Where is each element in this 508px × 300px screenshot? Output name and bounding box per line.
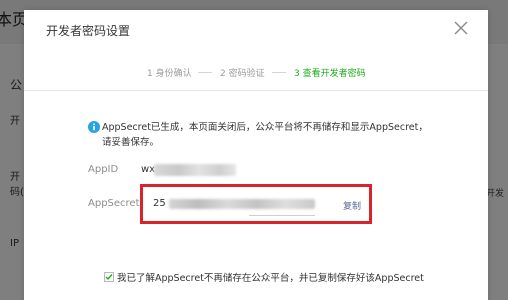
step-separator [198, 72, 212, 73]
copy-button[interactable]: 复制 [343, 199, 361, 212]
appsecret-notice: AppSecret已生成，本页面关闭后，公众平台将不再储存和显示AppSecre… [88, 120, 428, 150]
close-button[interactable] [452, 19, 470, 37]
dialog-divider [24, 90, 488, 91]
close-icon [454, 21, 468, 35]
appid-label: AppID [88, 164, 119, 175]
appsecret-highlight-box: 25 复制 [140, 184, 372, 224]
info-icon [88, 121, 100, 133]
notice-text: AppSecret已生成，本页面关闭后，公众平台将不再储存和显示AppSecre… [102, 122, 428, 148]
confirm-text: 我已了解AppSecret不再储存在公众平台，并已复制保存好该AppSecret [117, 273, 424, 284]
appsecret-underline [249, 215, 315, 216]
dialog-title: 开发者密码设置 [46, 24, 131, 38]
appid-value: wx [141, 164, 156, 175]
step-identity-confirm: 1 身份确认 [147, 69, 192, 79]
step-indicator: 1 身份确认 2 密码验证 3 查看开发者密码 [24, 66, 488, 80]
step-separator [272, 72, 286, 73]
appsecret-redacted [169, 199, 315, 209]
appsecret-value: 25 [153, 198, 166, 209]
appsecret-field[interactable]: 25 [149, 193, 315, 216]
appid-redacted [154, 164, 236, 176]
step-password-verify: 2 密码验证 [220, 69, 265, 79]
developer-password-dialog: 开发者密码设置 1 身份确认 2 密码验证 3 查看开发者密码 AppSecre… [24, 10, 488, 300]
step-view-password: 3 查看开发者密码 [294, 69, 366, 79]
appsecret-label: AppSecret [88, 198, 140, 209]
dialog-header: 开发者密码设置 [24, 10, 488, 48]
confirm-checkbox[interactable] [104, 272, 114, 282]
check-icon [105, 274, 113, 281]
